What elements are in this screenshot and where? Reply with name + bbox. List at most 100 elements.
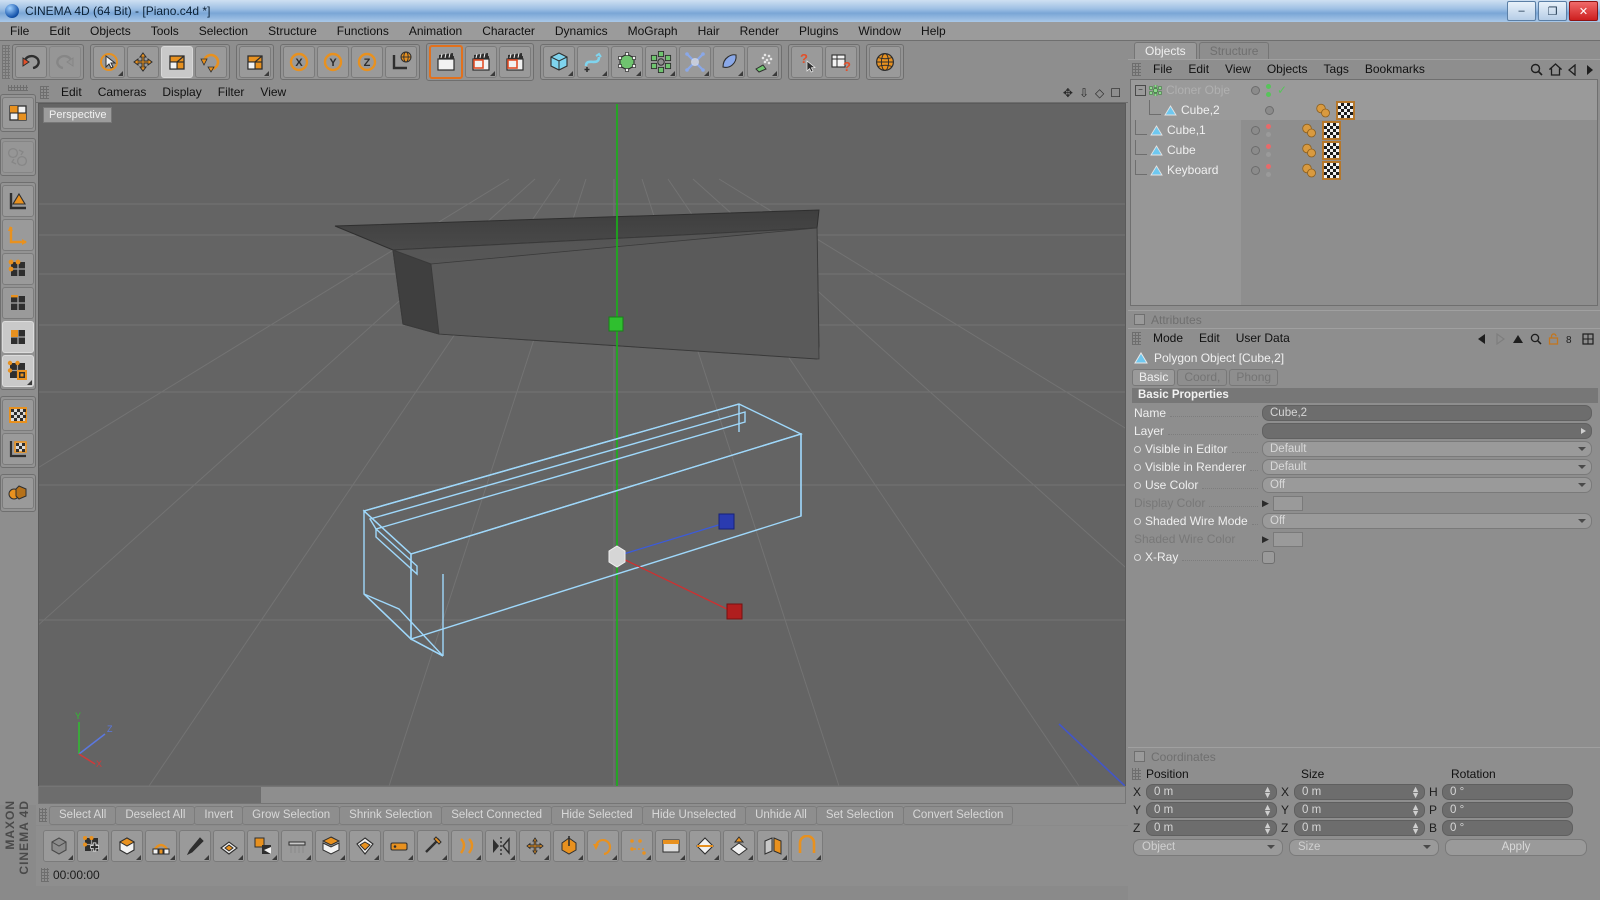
texture-mode-button[interactable]	[2, 399, 34, 431]
forward-icon[interactable]	[1584, 64, 1594, 76]
set-point-button[interactable]	[655, 830, 687, 862]
create-polygon-button[interactable]	[247, 830, 279, 862]
selection-button-shrink-selection[interactable]: Shrink Selection	[339, 805, 443, 825]
visibility-dot-bottom[interactable]	[1266, 171, 1271, 177]
axis-y-button[interactable]: Y	[317, 46, 349, 78]
coordinate-field-pos-z[interactable]: 0 m ▲ ▼	[1146, 820, 1277, 836]
menu-plugins[interactable]: Plugins	[789, 22, 848, 40]
property-checkbox[interactable]	[1262, 550, 1275, 564]
redo-button[interactable]	[49, 46, 81, 78]
particles-button[interactable]	[747, 46, 779, 78]
expander-minus-icon[interactable]: −	[1135, 84, 1146, 96]
object-mode-button[interactable]	[2, 219, 34, 251]
texture-tag-icon[interactable]	[1322, 160, 1341, 180]
matrix-extrude-button[interactable]	[451, 830, 483, 862]
coordinate-field-pos-x[interactable]: 0 m ▲ ▼	[1146, 784, 1277, 800]
scene-button[interactable]	[713, 46, 745, 78]
brush-button[interactable]	[179, 830, 211, 862]
grid-icon[interactable]	[1582, 332, 1594, 345]
viewport-menu-edit[interactable]: Edit	[53, 83, 90, 102]
coordinate-field-size-x[interactable]: 0 m ▲ ▼	[1294, 784, 1425, 800]
selection-button-deselect-all[interactable]: Deselect All	[115, 805, 196, 825]
selection-button-unhide-all[interactable]: Unhide All	[745, 805, 817, 825]
minimize-button[interactable]: –	[1507, 1, 1536, 21]
enable-axis-button[interactable]	[2, 477, 34, 509]
normal-scale-button[interactable]	[621, 830, 653, 862]
coordinate-field-pos-y[interactable]: 0 m ▲ ▼	[1146, 802, 1277, 818]
texture-axis2-button[interactable]	[2, 433, 34, 465]
render-visibility-dots[interactable]	[1280, 103, 1285, 117]
slide-button[interactable]	[689, 830, 721, 862]
timecode-display[interactable]: 00:00:00	[53, 868, 100, 882]
attributes-collapse-checkbox[interactable]	[1134, 314, 1145, 325]
attributes-tab-phong[interactable]: Phong	[1229, 369, 1279, 386]
viewport-menu-filter[interactable]: Filter	[210, 83, 253, 102]
normal-move-button[interactable]	[553, 830, 585, 862]
coordinate-field-size-z[interactable]: 0 m ▲ ▼	[1294, 820, 1425, 836]
dolly-icon[interactable]: ◇	[1095, 86, 1104, 100]
property-bullet-icon[interactable]	[1134, 463, 1141, 471]
menu-hair[interactable]: Hair	[688, 22, 730, 40]
globe-button[interactable]	[869, 46, 901, 78]
selection-button-hide-selected[interactable]: Hide Selected	[551, 805, 643, 825]
object-manager-menu-tags[interactable]: Tags	[1316, 60, 1357, 79]
close-hole-button[interactable]	[213, 830, 245, 862]
material-tag-icon[interactable]	[1301, 123, 1317, 138]
stitch-sew-button[interactable]	[791, 830, 823, 862]
model-mode-button[interactable]	[2, 185, 34, 217]
object-manager-menu-objects[interactable]: Objects	[1259, 60, 1316, 79]
help-cursor-button[interactable]: ?	[791, 46, 823, 78]
table-row[interactable]: Keyboard	[1131, 160, 1597, 180]
menu-render[interactable]: Render	[730, 22, 789, 40]
object-axis-button[interactable]	[2, 141, 34, 173]
coord-size-dropdown[interactable]: Size	[1289, 838, 1439, 856]
table-row[interactable]: Cube,2	[1131, 100, 1597, 120]
up-icon[interactable]	[1512, 333, 1524, 345]
pin-icon[interactable]: 8	[1565, 333, 1576, 345]
mirror-button[interactable]	[485, 830, 517, 862]
enabled-check-icon[interactable]: ✓	[1277, 84, 1287, 96]
magnet-button[interactable]	[417, 830, 449, 862]
scale-button[interactable]	[161, 46, 193, 78]
polygon-mode-button[interactable]	[2, 321, 34, 353]
menu-objects[interactable]: Objects	[80, 22, 141, 40]
texture-tag-icon[interactable]	[1322, 120, 1341, 140]
bevel-button[interactable]	[111, 830, 143, 862]
menu-selection[interactable]: Selection	[189, 22, 258, 40]
property-field-visible-in-editor[interactable]: Default	[1262, 441, 1592, 457]
selection-button-hide-unselected[interactable]: Hide Unselected	[641, 805, 747, 825]
material-tag-icon[interactable]	[1301, 143, 1317, 158]
property-expand-arrow-icon[interactable]: ▶	[1262, 498, 1269, 509]
zoom-icon[interactable]: ⇩	[1079, 86, 1089, 100]
coord-apply-button[interactable]: Apply	[1445, 838, 1587, 856]
visibility-dot-bottom[interactable]	[1266, 151, 1271, 157]
render-region-button[interactable]	[465, 46, 497, 78]
property-expand-arrow-icon[interactable]: ▶	[1262, 534, 1269, 545]
menu-character[interactable]: Character	[472, 22, 545, 40]
material-tag-icon[interactable]	[1315, 103, 1331, 118]
split-button[interactable]	[757, 830, 789, 862]
coordinates-grip[interactable]	[1132, 768, 1141, 780]
lock-icon[interactable]	[1548, 332, 1559, 345]
visibility-dot-bottom[interactable]	[1280, 111, 1285, 117]
property-field-layer[interactable]	[1262, 423, 1592, 439]
smooth-shift-button[interactable]	[723, 830, 755, 862]
attributes-menu-user-data[interactable]: User Data	[1228, 329, 1298, 348]
selection-button-convert-selection[interactable]: Convert Selection	[902, 805, 1014, 825]
object-manager-tab-objects[interactable]: Objects	[1134, 42, 1197, 59]
add-point-button[interactable]	[77, 830, 109, 862]
knife-button[interactable]	[383, 830, 415, 862]
normal-rotate-button[interactable]	[587, 830, 619, 862]
search-icon[interactable]	[1530, 63, 1543, 76]
coordinate-field-rot-p[interactable]: 0 °	[1442, 802, 1573, 818]
coordinates-collapse-checkbox[interactable]	[1134, 751, 1145, 762]
table-row[interactable]: Cube,1	[1131, 120, 1597, 140]
attributes-menu-mode[interactable]: Mode	[1145, 329, 1191, 348]
extrude-button[interactable]	[315, 830, 347, 862]
spinner-icon[interactable]: ▲ ▼	[1263, 785, 1272, 800]
maximize-view-icon[interactable]: ☐	[1110, 86, 1121, 100]
menu-help[interactable]: Help	[911, 22, 956, 40]
menu-edit[interactable]: Edit	[39, 22, 80, 40]
texture-axis-button[interactable]	[2, 97, 34, 129]
render-settings-button[interactable]	[499, 46, 531, 78]
